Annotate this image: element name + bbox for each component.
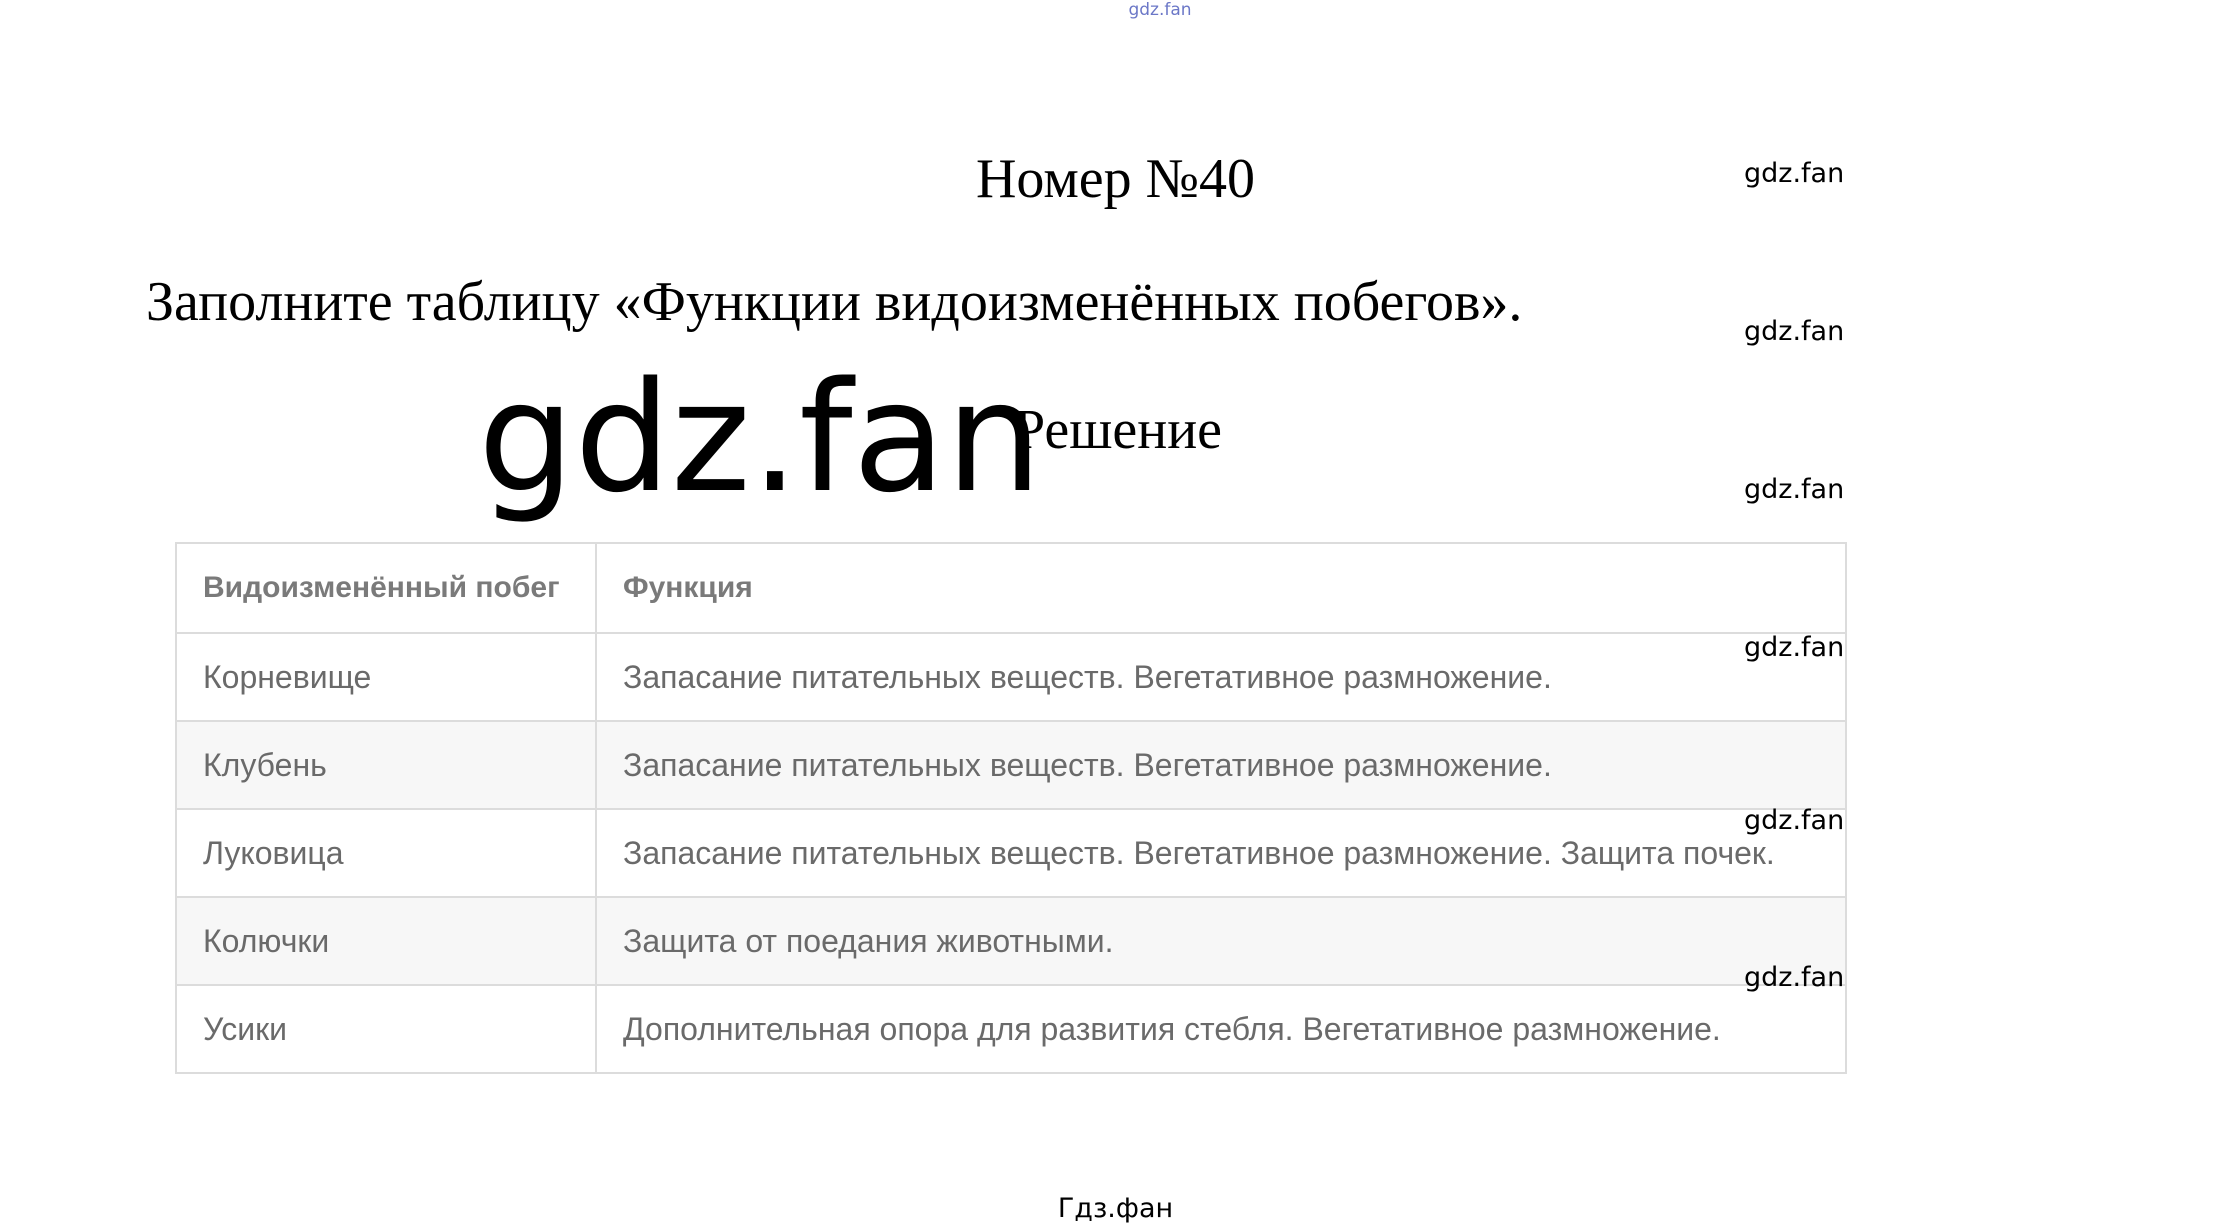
solution-heading: Решение [1014, 399, 1223, 461]
table-row: Корневище Запасание питательных веществ.… [175, 632, 1847, 722]
cell-shoot: Корневище [175, 632, 597, 722]
task-text: Заполните таблицу «Функции видоизменённы… [146, 271, 1523, 333]
watermark-side-5: gdz.fan [1744, 805, 1845, 836]
watermark-large: gdz.fan [478, 349, 1043, 526]
watermark-side-2: gdz.fan [1744, 316, 1845, 347]
cell-function: Запасание питательных веществ. Вегетатив… [595, 720, 1847, 810]
watermark-top: gdz.fan [1128, 0, 1192, 20]
header-function: Функция [595, 542, 1847, 634]
table-row: Усики Дополнительная опора для развития … [175, 984, 1847, 1074]
watermark-side-6: gdz.fan [1744, 962, 1845, 993]
cell-shoot: Колючки [175, 896, 597, 986]
watermark-side-4: gdz.fan [1744, 632, 1845, 663]
cell-shoot: Луковица [175, 808, 597, 898]
header-shoot: Видоизменённый побег [175, 542, 597, 634]
cell-shoot: Клубень [175, 720, 597, 810]
watermark-side-3: gdz.fan [1744, 474, 1845, 505]
cell-function: Запасание питательных веществ. Вегетатив… [595, 808, 1847, 898]
table-header-row: Видоизменённый побег Функция [175, 542, 1847, 634]
watermark-side-1: gdz.fan [1744, 158, 1845, 189]
cell-function: Дополнительная опора для развития стебля… [595, 984, 1847, 1074]
shoots-table: Видоизменённый побег Функция Корневище З… [175, 542, 1847, 1074]
cell-shoot: Усики [175, 984, 597, 1074]
cell-function: Защита от поедания животными. [595, 896, 1847, 986]
table-row: Луковица Запасание питательных веществ. … [175, 808, 1847, 898]
cell-function: Запасание питательных веществ. Вегетатив… [595, 632, 1847, 722]
table-row: Клубень Запасание питательных веществ. В… [175, 720, 1847, 810]
table-row: Колючки Защита от поедания животными. [175, 896, 1847, 986]
footer-watermark: Гдз.фан [1057, 1193, 1174, 1224]
